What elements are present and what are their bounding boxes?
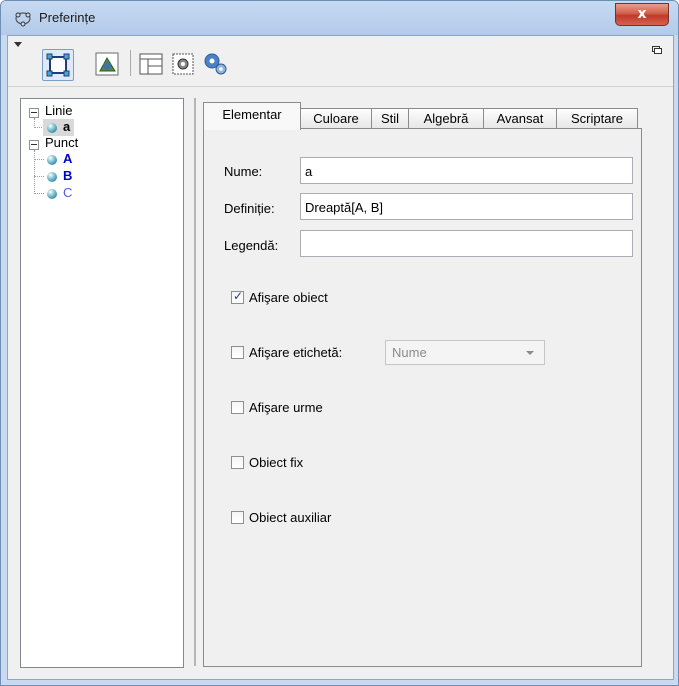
show-trace-checkbox[interactable] (231, 401, 244, 414)
tree-item-C[interactable]: C (63, 185, 72, 201)
name-field[interactable]: a (300, 157, 633, 184)
tree-item-A[interactable]: A (63, 151, 72, 167)
defaults-icon (172, 53, 194, 75)
object-ball-icon (47, 155, 57, 165)
defaults-button[interactable] (168, 49, 198, 79)
show-trace-label: Afişare urme (249, 400, 323, 415)
tree-connector (34, 150, 35, 194)
title-bar[interactable]: Preferințe x (1, 1, 678, 35)
label-mode-value: Nume (392, 345, 427, 360)
toolbar-menu-arrow-icon[interactable] (14, 42, 22, 47)
graphics-button[interactable] (92, 49, 122, 79)
split-pane-divider[interactable] (194, 98, 196, 666)
show-label-checkbox[interactable] (231, 346, 244, 359)
tree-item-a[interactable]: a (63, 119, 70, 135)
toolbar-separator (130, 50, 131, 76)
show-object-checkbox[interactable] (231, 289, 244, 304)
show-object-label: Afişare obiect (249, 290, 328, 305)
tab-scriptare[interactable]: Scriptare (556, 108, 638, 129)
layout-icon (139, 53, 163, 75)
object-ball-icon (47, 189, 57, 199)
tree-group-linie[interactable]: Linie (45, 103, 72, 119)
tab-panel-elementar: Nume: a Definiție: Dreaptă[A, B] Legendă… (203, 128, 642, 667)
show-label-label: Afişare etichetă: (249, 345, 343, 360)
graphics-icon (95, 52, 119, 76)
tab-culoare[interactable]: Culoare (300, 108, 372, 129)
chevron-down-icon (526, 351, 534, 355)
caption-label: Legendă: (224, 238, 279, 253)
tree-connector (34, 193, 44, 194)
collapse-linie-icon[interactable] (29, 108, 39, 118)
object-ball-icon (47, 123, 57, 133)
fix-object-checkbox[interactable] (231, 456, 244, 469)
object-ball-icon (47, 172, 57, 182)
auxiliary-object-checkbox[interactable] (231, 511, 244, 524)
label-mode-select[interactable]: Nume (385, 340, 545, 365)
tree-connector (34, 159, 44, 160)
tree-group-punct[interactable]: Punct (45, 135, 78, 151)
layout-button[interactable] (136, 49, 166, 79)
tree-connector (34, 176, 44, 177)
object-tree[interactable]: Linie a Punct A B C (20, 98, 184, 668)
close-button[interactable]: x (615, 3, 669, 26)
preferences-window: Preferințe x Linie a Punct A B C Element… (0, 0, 679, 686)
tab-avansat[interactable]: Avansat (483, 108, 557, 129)
tab-algebra[interactable]: Algebră (408, 108, 484, 129)
tab-elementar[interactable]: Elementar (203, 102, 301, 130)
definition-label: Definiție: (224, 201, 275, 216)
restore-icon[interactable] (652, 46, 662, 54)
definition-field[interactable]: Dreaptă[A, B] (300, 193, 633, 220)
fix-object-label: Obiect fix (249, 455, 304, 470)
caption-field[interactable] (300, 230, 633, 257)
toolbar (8, 36, 673, 87)
advanced-settings-icon (204, 53, 227, 75)
collapse-punct-icon[interactable] (29, 140, 39, 150)
object-properties-icon (46, 53, 70, 77)
window-title: Preferințe (39, 10, 96, 25)
client-area: Linie a Punct A B C Elementar Culoare St (7, 35, 674, 680)
close-icon: x (637, 6, 647, 22)
name-label: Nume: (224, 164, 263, 179)
auxiliary-object-label: Obiect auxiliar (249, 510, 332, 525)
advanced-settings-button[interactable] (200, 49, 230, 79)
tree-item-B[interactable]: B (63, 168, 72, 184)
geogebra-icon (15, 12, 31, 27)
tab-stil[interactable]: Stil (371, 108, 409, 129)
object-properties-button[interactable] (42, 49, 74, 81)
